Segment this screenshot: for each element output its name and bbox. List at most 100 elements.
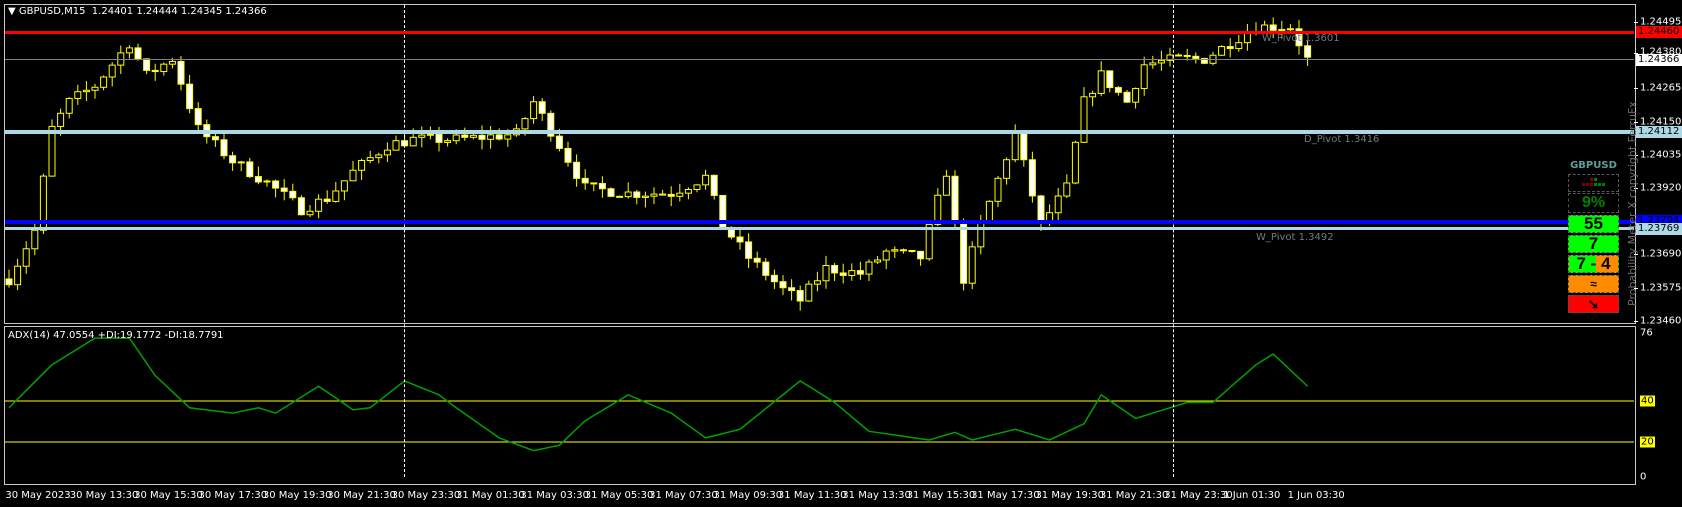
candle-body bbox=[177, 60, 185, 85]
price-axis-label: 1.23460 bbox=[1640, 315, 1682, 327]
candle-body bbox=[82, 89, 90, 93]
candle-body bbox=[856, 270, 864, 275]
candle-body bbox=[573, 161, 581, 179]
candle-body bbox=[323, 198, 331, 202]
adx-line bbox=[8, 337, 1309, 452]
ohlc-values: 1.24401 1.24444 1.24345 1.24366 bbox=[91, 6, 267, 17]
signal-dots-icon bbox=[1581, 178, 1605, 186]
adx-level-20: 20 bbox=[1640, 436, 1655, 448]
candle-body bbox=[125, 47, 133, 54]
adx-axis-max: 76 bbox=[1640, 327, 1653, 339]
candle-body bbox=[91, 86, 99, 91]
time-axis-label: 30 May 23:30 bbox=[391, 490, 461, 501]
candle-body bbox=[1140, 64, 1148, 89]
candle-body bbox=[805, 283, 813, 302]
meter-wave-icon: ≈ bbox=[1568, 275, 1619, 293]
candle-body bbox=[1020, 132, 1028, 161]
candle-body bbox=[753, 257, 761, 263]
candle-body bbox=[1028, 159, 1036, 197]
candle-body bbox=[375, 154, 383, 159]
d-pivot-tag: 1.24112 bbox=[1636, 126, 1682, 138]
price-tick bbox=[1634, 22, 1638, 23]
time-axis-label: 31 May 01:30 bbox=[456, 490, 525, 501]
candle-body bbox=[796, 290, 804, 302]
time-axis-label: 30 May 15:30 bbox=[134, 490, 203, 501]
price-axis-label: 1.24035 bbox=[1640, 149, 1682, 161]
candle-body bbox=[710, 174, 718, 196]
candle-body bbox=[1097, 70, 1105, 94]
adx-level-40: 40 bbox=[1640, 395, 1655, 407]
candle-body bbox=[315, 198, 323, 212]
d-pivot-line[interactable] bbox=[5, 130, 1634, 134]
candle-body bbox=[1089, 92, 1097, 98]
candle-body bbox=[521, 118, 529, 130]
candle-body bbox=[1286, 28, 1294, 31]
blue-level-line[interactable] bbox=[5, 220, 1634, 224]
candle-body bbox=[57, 112, 65, 127]
candle-body bbox=[1080, 96, 1088, 143]
price-axis-label: 1.23920 bbox=[1640, 182, 1682, 194]
candle-body bbox=[134, 47, 142, 60]
dropdown-triangle-icon[interactable]: ▼ bbox=[8, 6, 16, 17]
price-tick bbox=[1634, 88, 1638, 90]
candle-body bbox=[1123, 91, 1131, 103]
candle-body bbox=[1183, 54, 1191, 57]
time-axis-label: 31 May 07:30 bbox=[649, 490, 718, 501]
candle-body bbox=[882, 250, 890, 261]
candle-body bbox=[813, 280, 821, 285]
time-axis-label: 31 May 19:30 bbox=[1035, 490, 1105, 501]
w-pivot-tag: 1.23769 bbox=[1636, 223, 1682, 235]
candle-body bbox=[1149, 62, 1157, 66]
candle-body bbox=[435, 133, 443, 143]
candle-body bbox=[667, 193, 675, 197]
meter-value-3: 7 - 4 bbox=[1568, 254, 1619, 273]
candle-body bbox=[358, 160, 366, 171]
candle-body bbox=[1218, 46, 1226, 56]
candle-body bbox=[246, 161, 254, 178]
chart-title: ▼ GBPUSD,M15 1.24401 1.24444 1.24345 1.2… bbox=[8, 6, 267, 17]
candle-body bbox=[487, 134, 495, 140]
candle-body bbox=[994, 177, 1002, 202]
time-axis-label: 31 May 17:30 bbox=[971, 490, 1040, 501]
candle-body bbox=[1011, 132, 1019, 161]
candle-body bbox=[1063, 182, 1071, 197]
candle-body bbox=[555, 135, 563, 149]
d-pivot-label: D_Pivot 1.3416 bbox=[1304, 134, 1380, 145]
candle-body bbox=[151, 69, 159, 73]
candle-body bbox=[1037, 195, 1045, 223]
w-pivot-line[interactable] bbox=[5, 227, 1634, 230]
meter-value-1: 55 bbox=[1568, 214, 1619, 233]
candle-body bbox=[1054, 195, 1062, 214]
candle-body bbox=[779, 281, 787, 289]
candle-body bbox=[607, 188, 615, 197]
candle-body bbox=[650, 193, 658, 197]
meter-symbol: GBPUSD bbox=[1570, 160, 1617, 171]
time-axis-label: 30 May 2023 bbox=[5, 490, 71, 501]
candle-body bbox=[426, 133, 434, 136]
candle-body bbox=[917, 250, 925, 260]
candle-body bbox=[538, 101, 546, 114]
candle-body bbox=[349, 169, 357, 182]
price-axis-label: 1.24265 bbox=[1640, 82, 1682, 94]
candle-body bbox=[839, 272, 847, 276]
time-axis-label: 31 May 09:30 bbox=[713, 490, 783, 501]
red-level-line[interactable] bbox=[5, 31, 1634, 34]
candle-body bbox=[186, 83, 194, 110]
candle-body bbox=[659, 193, 667, 196]
candle-body bbox=[31, 229, 39, 250]
candle-body bbox=[1269, 24, 1277, 31]
candle-body bbox=[366, 157, 374, 162]
price-axis-label: 1.23690 bbox=[1640, 248, 1682, 260]
time-axis-label: 30 May 21:30 bbox=[327, 490, 396, 501]
candle-body bbox=[461, 134, 469, 138]
candle-body bbox=[641, 195, 649, 198]
candle-body bbox=[848, 270, 856, 276]
candle-body bbox=[289, 190, 297, 199]
candle-body bbox=[1132, 87, 1140, 103]
time-axis-label: 31 May 05:30 bbox=[584, 490, 654, 501]
time-axis-label: 31 May 13:30 bbox=[842, 490, 911, 501]
candle-body bbox=[968, 246, 976, 284]
candle-body bbox=[254, 176, 262, 183]
candle-body bbox=[624, 191, 632, 198]
adx-title: ADX(14) 47.0554 +DI:19.1772 -DI:18.7791 bbox=[8, 330, 224, 341]
